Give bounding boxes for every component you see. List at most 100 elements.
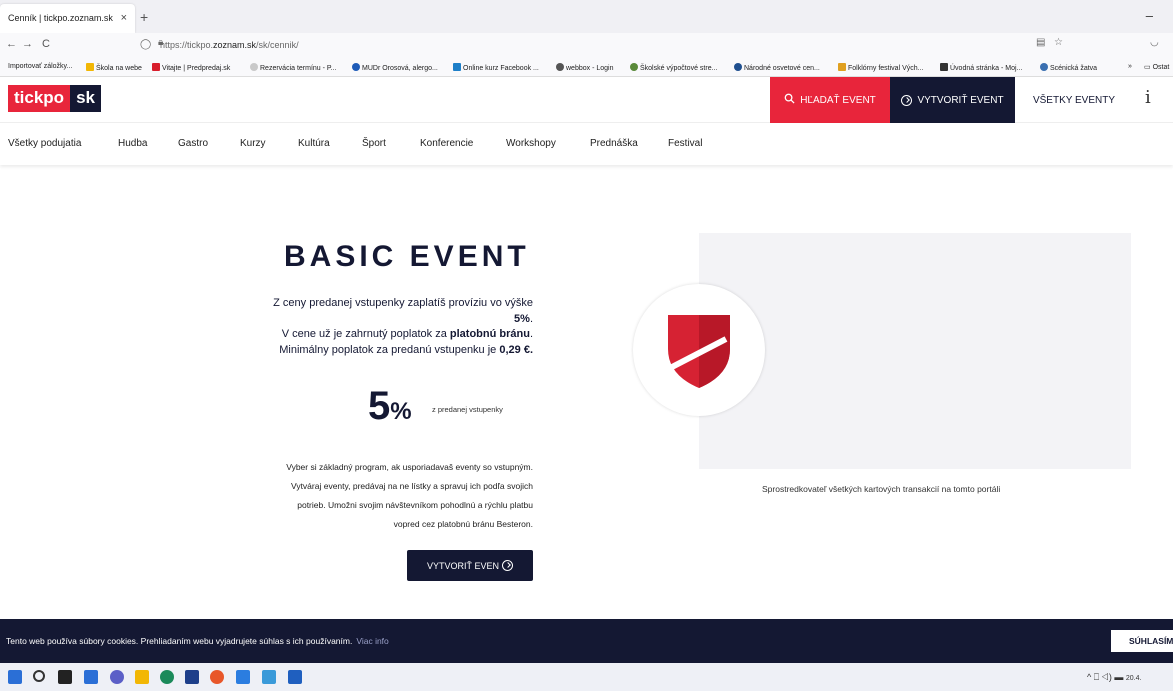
page-title: BASIC EVENT	[284, 240, 530, 273]
site-icon	[152, 63, 160, 71]
category-item[interactable]: Kultúra	[298, 138, 330, 149]
folder-icon	[86, 63, 94, 71]
site-header: tickpo sk HĽADAŤ EVENT VYTVORIŤ EVENT VŠ…	[0, 77, 1173, 123]
commission-note: z predanej vstupenky	[432, 405, 503, 414]
category-item[interactable]: Kurzy	[240, 138, 266, 149]
site-icon	[453, 63, 461, 71]
bookmark-item[interactable]: Scénická žatva	[1040, 63, 1097, 72]
bookmarks-bar: Importovať záložky... Škola na webe Vita…	[0, 57, 1173, 77]
provider-caption: Sprostredkovateľ všetkých kartových tran…	[762, 484, 1001, 494]
reader-view-icon[interactable]: ▤	[1036, 37, 1045, 48]
browser-tab-bar: Cenník | tickpo.zoznam.sk × + –	[0, 0, 1173, 33]
tickpo-logo[interactable]: tickpo sk	[8, 85, 101, 112]
app-icon[interactable]	[262, 670, 276, 684]
store-icon[interactable]	[185, 670, 199, 684]
all-events-label: VŠETKY EVENTY	[1032, 94, 1116, 106]
bookmark-item[interactable]: Online kurz Facebook ...	[453, 63, 539, 72]
clock: 20.4.	[1125, 675, 1142, 682]
chat-icon[interactable]	[110, 670, 124, 684]
category-item[interactable]: Workshopy	[506, 138, 556, 149]
more-info-link[interactable]: Viac info	[356, 636, 388, 646]
category-item[interactable]: Hudba	[118, 138, 147, 149]
url-bar[interactable]: ◯ 🔒︎ https://tickpo.zoznam.sk/sk/cennik/	[130, 36, 1090, 54]
bookmark-star-icon[interactable]: ☆	[1054, 37, 1063, 48]
create-event-button[interactable]: VYTVORIŤ EVENT	[890, 77, 1015, 123]
firefox-icon[interactable]	[210, 670, 224, 684]
arrow-circle-icon	[901, 94, 913, 106]
category-item[interactable]: Gastro	[178, 138, 208, 149]
bookmark-item[interactable]: MUDr Orosová, alergo...	[352, 63, 438, 72]
bookmark-item[interactable]: Škola na webe	[86, 63, 142, 72]
start-icon[interactable]	[8, 670, 22, 684]
logo-text-left: tickpo	[8, 85, 71, 112]
bookmark-item[interactable]: Importovať záložky...	[8, 63, 72, 70]
logo-text-right: sk	[70, 85, 101, 112]
create-event-main-label: VYTVORIŤ EVEN	[426, 560, 499, 571]
category-item[interactable]: Šport	[362, 138, 386, 149]
back-icon[interactable]: ←	[6, 38, 17, 50]
site-icon	[734, 63, 742, 71]
site-icon	[1040, 63, 1048, 71]
pocket-icon[interactable]: ◡	[1150, 37, 1159, 48]
edge-icon[interactable]	[160, 670, 174, 684]
widgets-icon[interactable]	[84, 670, 98, 684]
bookmark-item[interactable]: Rezervácia termínu - P...	[250, 63, 337, 72]
site-icon	[940, 63, 948, 71]
category-item[interactable]: Všetky podujatia	[8, 138, 81, 149]
commission-value: 5%	[368, 384, 412, 428]
system-tray[interactable]: ^ ⎕ ◁) ▬ 20.4.	[1087, 672, 1141, 683]
category-item[interactable]: Festival	[668, 138, 702, 149]
app-icon[interactable]	[288, 670, 302, 684]
close-tab-icon[interactable]: ×	[121, 12, 127, 24]
shield-badge	[633, 284, 765, 416]
url-path: /sk/cennik/	[256, 40, 299, 50]
bookmark-item[interactable]: Školské výpočtové stre...	[630, 63, 717, 72]
site-icon	[250, 63, 258, 71]
forward-icon[interactable]: →	[22, 38, 33, 50]
bookmark-item[interactable]: Folklórny festival Vých...	[838, 63, 923, 72]
site-icon	[352, 63, 360, 71]
folder-icon: ▭	[1144, 64, 1151, 71]
browser-tab[interactable]: Cenník | tickpo.zoznam.sk ×	[0, 4, 135, 33]
site-icon	[838, 63, 846, 71]
lock-icon: 🔒︎	[158, 37, 164, 48]
search-event-label: HĽADAŤ EVENT	[800, 94, 876, 106]
other-bookmarks[interactable]: ▭ Ostat	[1144, 63, 1169, 71]
site-icon	[630, 63, 638, 71]
app-icon[interactable]	[236, 670, 250, 684]
minimize-icon[interactable]: –	[1146, 8, 1153, 23]
info-icon[interactable]: i	[1145, 87, 1151, 108]
category-item[interactable]: Prednáška	[590, 138, 638, 149]
create-event-label: VYTVORIŤ EVENT	[917, 94, 1004, 106]
plan-info: Vyber si základný program, ak usporiadav…	[286, 462, 533, 529]
reload-icon[interactable]: C	[42, 38, 50, 50]
new-tab-icon[interactable]: +	[140, 9, 148, 25]
os-taskbar: ^ ⎕ ◁) ▬ 20.4.	[0, 663, 1173, 691]
globe-icon	[556, 63, 564, 71]
shield-icon: ◯	[140, 39, 152, 50]
search-icon[interactable]	[33, 670, 45, 682]
bookmark-item[interactable]: Vitajte | Predpredaj.sk	[152, 63, 230, 72]
search-icon	[784, 93, 795, 107]
bookmark-item[interactable]: Národné osvetové cen...	[734, 63, 820, 72]
all-events-button[interactable]: VŠETKY EVENTY	[1015, 77, 1133, 123]
pricing-description: Z ceny predanej vstupenky zaplatíš proví…	[273, 297, 533, 356]
category-nav: Všetky podujatia Hudba Gastro Kurzy Kult…	[0, 123, 1173, 165]
shield-icon	[668, 315, 730, 388]
cookie-text: Tento web používa súbory cookies. Prehli…	[6, 636, 389, 646]
browser-tab-title: Cenník | tickpo.zoznam.sk	[8, 13, 113, 23]
bookmarks-more-icon[interactable]: »	[1128, 63, 1132, 70]
file-explorer-icon[interactable]	[135, 670, 149, 684]
category-item[interactable]: Konferencie	[420, 138, 473, 149]
search-event-button[interactable]: HĽADAŤ EVENT	[770, 77, 890, 123]
bookmark-item[interactable]: Úvodná stránka - Moj...	[940, 63, 1022, 72]
bookmark-item[interactable]: webbox - Login	[556, 63, 613, 72]
accept-cookies-button[interactable]: SÚHLASÍM	[1111, 630, 1173, 652]
url-host: zoznam.sk	[213, 40, 257, 50]
task-view-icon[interactable]	[58, 670, 72, 684]
cookie-bar: Tento web používa súbory cookies. Prehli…	[0, 619, 1173, 663]
arrow-circle-icon	[502, 560, 513, 571]
browser-nav-bar: ← → C ◯ 🔒︎ https://tickpo.zoznam.sk/sk/c…	[0, 33, 1173, 57]
url-prefix: https://tickpo.	[160, 40, 214, 50]
create-event-main-button[interactable]: VYTVORIŤ EVEN	[407, 550, 533, 581]
